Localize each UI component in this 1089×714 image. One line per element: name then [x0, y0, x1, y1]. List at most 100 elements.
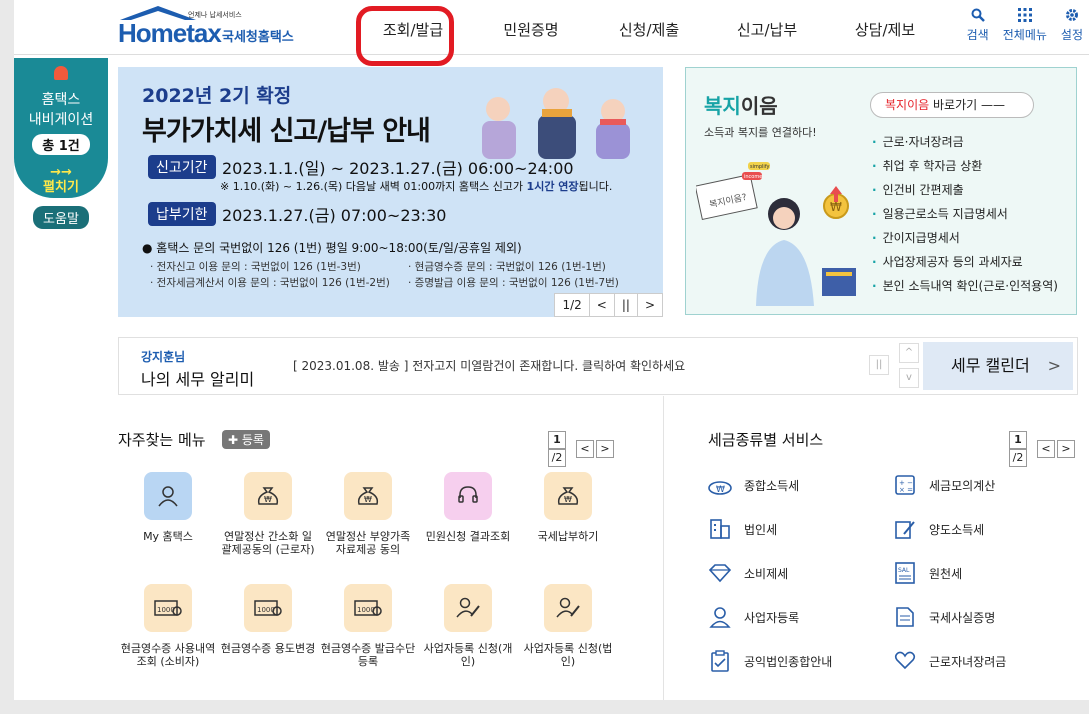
- help-button[interactable]: 도움말: [33, 206, 89, 229]
- tax-item-business-registration[interactable]: 사업자등록: [706, 604, 799, 630]
- inquiry-info: ● 홈택스 문의 국번없이 126 (1번) 평일 9:00~18:00(토/일…: [142, 241, 522, 255]
- nav-item-application[interactable]: 신청/제출: [590, 0, 708, 55]
- quick-menu-prev-button[interactable]: <: [576, 440, 594, 458]
- quick-menu-next-button[interactable]: >: [596, 440, 614, 458]
- tax-notifier: 강지훈님 나의 세무 알리미 [ 2023.01.08. 발송 ] 전자고지 미…: [118, 337, 1078, 395]
- receipt-icon: 1000: [244, 584, 292, 632]
- gear-icon: [1061, 8, 1083, 26]
- quick-item-cash-receipt-register[interactable]: 1000 현금영수증 발급수단 등록: [320, 584, 416, 668]
- tax-services-prev-button[interactable]: <: [1037, 440, 1055, 458]
- tax-calendar-button[interactable]: > 세무 캘린더: [923, 342, 1073, 390]
- report-period-value: 2023.1.1.(일) ~ 2023.1.27.(금) 06:00~24:00: [222, 159, 574, 178]
- person-icon: [144, 472, 192, 520]
- banner-controls: 1/2 < || >: [554, 293, 663, 317]
- quick-item-business-reg-corporate[interactable]: 사업자등록 신청(법인): [520, 584, 616, 668]
- hometax-logo[interactable]: 언제나 납세서비스 Hometax 국세청홈택스: [118, 6, 318, 48]
- search-button[interactable]: 검색: [967, 8, 989, 43]
- grid-menu-icon: [1003, 8, 1047, 26]
- quick-item-my-hometax[interactable]: My 홈택스: [120, 472, 216, 543]
- vat-banner[interactable]: 2022년 2기 확정 부가가치세 신고/납부 안내 신고기간 2023.1.1…: [118, 67, 663, 317]
- expand-button[interactable]: →→ 펼치기: [14, 165, 108, 195]
- quick-menu-pager: 1/2 < >: [546, 431, 614, 467]
- svg-text:1000: 1000: [357, 606, 375, 614]
- welfare-item[interactable]: 근로·자녀장려금: [872, 130, 1058, 154]
- utility-menu: 검색 전체메뉴 설정: [967, 8, 1083, 43]
- user-name: 강지훈님: [141, 350, 186, 364]
- settings-button[interactable]: 설정: [1061, 8, 1083, 43]
- nav-item-consult[interactable]: 상담/제보: [826, 0, 944, 55]
- welfare-item[interactable]: 사업장제공자 등의 과세자료: [872, 250, 1058, 274]
- tax-services-title: 세금종류별 서비스: [708, 431, 824, 449]
- welfare-item[interactable]: 일용근로소득 지급명세서: [872, 202, 1058, 226]
- welfare-item[interactable]: 취업 후 학자금 상환: [872, 154, 1058, 178]
- extension-note: ※ 1.10.(화) ~ 1.26.(목) 다음날 새벽 01:00까지 홈택스…: [220, 180, 613, 193]
- salary-icon: SAL: [891, 560, 919, 586]
- nav-item-civil-certificate[interactable]: 민원증명: [472, 0, 590, 55]
- svg-text:₩: ₩: [830, 200, 842, 214]
- header: 언제나 납세서비스 Hometax 국세청홈택스 조회/발급 민원증명 신청/제…: [14, 0, 1089, 66]
- tax-item-corporate-tax[interactable]: 법인세: [706, 516, 777, 542]
- notifier-message[interactable]: [ 2023.01.08. 발송 ] 전자고지 미열람건이 존재합니다. 클릭하…: [293, 357, 685, 374]
- banner-title-top: 2022년 2기 확정: [142, 85, 292, 107]
- banner-prev-button[interactable]: <: [588, 294, 614, 316]
- svg-text:1000: 1000: [257, 606, 275, 614]
- quick-item-pay-tax[interactable]: ₩ 국세납부하기: [520, 472, 616, 543]
- banner-next-button[interactable]: >: [636, 294, 662, 316]
- tax-item-income-tax[interactable]: ₩ 종합소득세: [706, 472, 799, 498]
- welfare-shortcut-button[interactable]: 복지이음 바로가기 ——: [870, 92, 1034, 118]
- tax-services-next-button[interactable]: >: [1057, 440, 1075, 458]
- all-menu-button[interactable]: 전체메뉴: [1003, 8, 1047, 43]
- headset-icon: [444, 472, 492, 520]
- tax-services-pager: 1/2 < >: [1007, 431, 1075, 467]
- svg-text:₩: ₩: [564, 495, 572, 504]
- navigation-panel[interactable]: 홈택스 내비게이션 총 1건 →→ 펼치기: [14, 58, 108, 198]
- quick-menu-register-button[interactable]: ✚ 등록: [222, 430, 270, 449]
- banner-page-indicator: 1/2: [562, 298, 582, 312]
- tax-item-public-interest-corp[interactable]: 공익법인종합안내: [706, 648, 832, 674]
- logo-brand: Hometax: [118, 18, 222, 48]
- certificate-icon: [891, 604, 919, 630]
- svg-text:₩: ₩: [716, 485, 725, 495]
- notifier-title: 나의 세무 알리미: [141, 370, 255, 389]
- clipboard-icon: [706, 648, 734, 674]
- tax-item-capital-gains-tax[interactable]: 양도소득세: [891, 516, 984, 542]
- welfare-list: 근로·자녀장려금 취업 후 학자금 상환 인건비 간편제출 일용근로소득 지급명…: [872, 130, 1058, 298]
- quick-item-business-reg-personal[interactable]: 사업자등록 신청(개인): [420, 584, 516, 668]
- quick-item-cash-receipt-history[interactable]: 1000 현금영수증 사용내역조회 (소비자): [120, 584, 216, 668]
- welfare-item[interactable]: 간이지급명세서: [872, 226, 1058, 250]
- nav-item-inquiry-issue[interactable]: 조회/발급: [354, 0, 472, 66]
- money-bag-icon: ₩: [244, 472, 292, 520]
- quick-item-civil-result[interactable]: 민원신청 결과조회: [420, 472, 516, 543]
- tax-item-consumption-tax[interactable]: 소비제세: [706, 560, 788, 586]
- quick-item-year-end-consent[interactable]: ₩ 연말정산 간소화 일괄제공동의 (근로자): [220, 472, 316, 556]
- welfare-item[interactable]: 본인 소득내역 확인(근로·인적용역): [872, 274, 1058, 298]
- svg-text:1000: 1000: [157, 606, 175, 614]
- svg-text:₩: ₩: [264, 495, 272, 504]
- notifier-pause-button[interactable]: ||: [869, 355, 889, 375]
- navigation-count-badge: 총 1건: [32, 134, 90, 155]
- notifier-down-button[interactable]: v: [899, 368, 919, 388]
- banner-title-main: 부가가치세 신고/납부 안내: [142, 116, 431, 147]
- search-icon: [967, 8, 989, 26]
- welfare-title: 복지이음: [704, 94, 778, 118]
- chevron-right-icon: >: [1047, 356, 1061, 375]
- banner-pause-button[interactable]: ||: [613, 294, 637, 316]
- svg-text:× =: × =: [899, 486, 913, 494]
- heart-hand-icon: [891, 648, 919, 674]
- money-bag-icon: ₩: [344, 472, 392, 520]
- tax-item-tax-simulation[interactable]: + − × = 세금모의계산: [891, 472, 995, 498]
- receipt-icon: 1000: [344, 584, 392, 632]
- quick-item-dependent-consent[interactable]: ₩ 연말정산 부양가족 자료제공 동의: [320, 472, 416, 556]
- woman-illustration: 복지이음? income simplify ₩: [696, 162, 856, 306]
- diamond-icon: [706, 560, 734, 586]
- welfare-item[interactable]: 인건비 간편제출: [872, 178, 1058, 202]
- double-arrow-icon: →→: [50, 165, 72, 180]
- person-icon: [706, 604, 734, 630]
- nav-item-report-pay[interactable]: 신고/납부: [708, 0, 826, 55]
- tax-item-earned-income-credit[interactable]: 근로자녀장려금: [891, 648, 1006, 674]
- tax-item-tax-fact-certificate[interactable]: 국세사실증명: [891, 604, 995, 630]
- money-bag-icon: ₩: [544, 472, 592, 520]
- notifier-up-button[interactable]: ^: [899, 343, 919, 363]
- quick-item-cash-receipt-change[interactable]: 1000 현금영수증 용도변경: [220, 584, 316, 655]
- tax-item-withholding-tax[interactable]: SAL 원천세: [891, 560, 962, 586]
